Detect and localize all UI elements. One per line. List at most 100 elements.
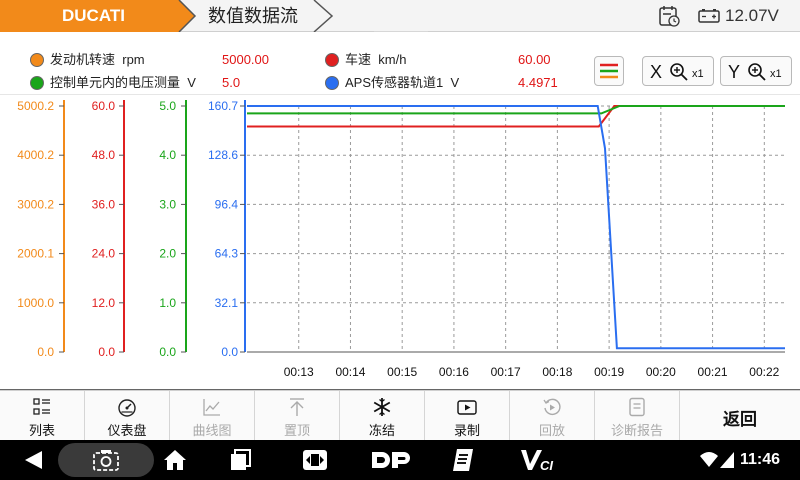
y-tick-label: 5.0: [159, 99, 176, 113]
y-tick-label: 24.0: [92, 247, 116, 261]
y-tick-label: 128.6: [208, 148, 238, 162]
legend-item-engine-speed[interactable]: 发动机转速 rpm: [30, 49, 145, 69]
legend-unit: km/h: [378, 52, 407, 67]
y-tick-label: 2.0: [159, 247, 176, 261]
y-tick-label: 60.0: [92, 99, 116, 113]
y-tick-label: 32.1: [215, 296, 239, 310]
legend-label: APS传感器轨道1: [345, 75, 444, 90]
manual-icon[interactable]: [452, 448, 474, 472]
list-button[interactable]: 列表: [0, 391, 85, 441]
zoom-in-icon: [748, 63, 766, 81]
x-tick-label: 00:19: [594, 365, 624, 379]
toolbar-label: 列表: [28, 423, 55, 438]
brand-tab[interactable]: DUCATI: [0, 0, 172, 32]
legend-item-ecu-voltage[interactable]: 控制单元内的电压测量 V: [30, 72, 196, 92]
series-select-button[interactable]: [594, 56, 624, 86]
back-triangle-icon[interactable]: [22, 450, 46, 470]
data-stream-chart[interactable]: 5000.2 4000.2 3000.2 2000.1 1000.0 0.0 60.0 48.…: [0, 94, 800, 390]
series-dot-icon: [30, 53, 44, 67]
y-tick-label: 0.0: [159, 345, 176, 359]
list-icon: [33, 398, 50, 415]
battery-icon: [698, 9, 720, 23]
x-tick-label: 00:18: [542, 365, 572, 379]
color-lines-icon: [600, 63, 618, 79]
y-tick-label: 36.0: [92, 197, 116, 211]
zoom-axis-label: X: [650, 62, 663, 82]
x-tick-label: 00:22: [749, 365, 779, 379]
x-tick-label: 00:21: [698, 365, 728, 379]
replay-icon: [543, 398, 561, 416]
freeze-button[interactable]: 冻结: [340, 391, 425, 441]
video-record-icon: [457, 400, 477, 415]
y-tick-label: 3.0: [159, 197, 176, 211]
x-tick-label: 00:20: [646, 365, 676, 379]
line-chart-icon: [203, 399, 220, 416]
signal-icon: [720, 452, 734, 468]
back-label: 返回: [723, 410, 757, 429]
wifi-icon: [700, 452, 718, 467]
x-tick-label: 00:14: [335, 365, 365, 379]
y-tick-label: 12.0: [92, 296, 116, 310]
toolbar-label: 诊断报告: [610, 423, 663, 438]
zoom-in-icon: [670, 63, 688, 81]
chart-background: [0, 94, 800, 390]
vci-logo-icon[interactable]: CI: [520, 448, 554, 472]
pin-top-button[interactable]: 置顶: [255, 391, 340, 441]
page-title: 数值数据流: [208, 6, 298, 26]
breadcrumb-arrow-icon: [165, 0, 197, 32]
x-tick-label: 00:13: [284, 365, 314, 379]
curve-button[interactable]: 曲线图: [170, 391, 255, 441]
y-tick-label: 0.0: [98, 345, 115, 359]
toolbar-label: 冻结: [368, 423, 395, 438]
dp-logo-icon[interactable]: [370, 450, 412, 470]
screenshot-button[interactable]: [58, 443, 154, 477]
breadcrumb-end-icon: [313, 0, 334, 32]
legend-item-aps-sensor[interactable]: APS传感器轨道1 V: [325, 72, 459, 92]
legend-value-ecu-voltage: 5.0: [222, 75, 241, 90]
bottom-toolbar: 列表 仪表盘 曲线图 置顶 冻结 录制 回放 诊断报告 返回: [0, 390, 800, 441]
system-nav-bar: CI 11:46: [0, 440, 800, 480]
status-clock: 11:46: [740, 451, 781, 468]
y-tick-label: 5000.2: [17, 99, 54, 113]
home-icon[interactable]: [163, 448, 187, 472]
dashboard-button[interactable]: 仪表盘: [85, 391, 170, 441]
y-tick-label: 0.0: [221, 345, 238, 359]
y-tick-label: 48.0: [92, 148, 116, 162]
legend-item-vehicle-speed[interactable]: 车速 km/h: [325, 49, 406, 69]
diagnostic-report-button[interactable]: 诊断报告: [595, 391, 680, 441]
back-button[interactable]: 返回: [680, 391, 800, 441]
gauge-icon: [118, 399, 136, 417]
zoom-multiplier: x1: [770, 68, 782, 80]
svg-text:CI: CI: [540, 458, 553, 472]
y-tick-label: 3000.2: [17, 197, 54, 211]
camera-icon: [93, 450, 119, 471]
y-tick-label: 96.4: [215, 197, 239, 211]
legend-value-vehicle-speed: 60.00: [518, 52, 551, 67]
legend-label: 控制单元内的电压测量: [50, 75, 181, 90]
playback-button[interactable]: 回放: [510, 391, 595, 441]
y-zoom-button[interactable]: Y x1: [720, 56, 792, 86]
toolbar-label: 仪表盘: [107, 423, 147, 438]
legend-value-engine-speed: 5000.00: [222, 52, 269, 67]
legend-unit: V: [187, 75, 196, 90]
pin-top-icon: [290, 398, 304, 416]
y-tick-label: 1000.0: [17, 296, 54, 310]
y-tick-label: 4.0: [159, 148, 176, 162]
record-button[interactable]: 录制: [425, 391, 510, 441]
toolbar-label: 置顶: [283, 423, 310, 438]
vci-switch-icon[interactable]: [302, 448, 328, 472]
report-icon: [629, 397, 645, 417]
y-tick-label: 4000.2: [17, 148, 54, 162]
series-dot-icon: [30, 76, 44, 90]
legend-unit: rpm: [122, 52, 145, 67]
snowflake-icon: [373, 398, 391, 416]
x-zoom-button[interactable]: X x1: [642, 56, 714, 86]
y-tick-label: 160.7: [208, 99, 238, 113]
history-icon[interactable]: [658, 5, 680, 27]
legend-unit: V: [450, 75, 460, 90]
toolbar-label: 曲线图: [192, 423, 232, 438]
series-dot-icon: [325, 53, 339, 67]
toolbar-label: 回放: [538, 423, 565, 438]
recent-apps-icon[interactable]: [230, 449, 252, 471]
y-tick-label: 64.3: [215, 247, 239, 261]
